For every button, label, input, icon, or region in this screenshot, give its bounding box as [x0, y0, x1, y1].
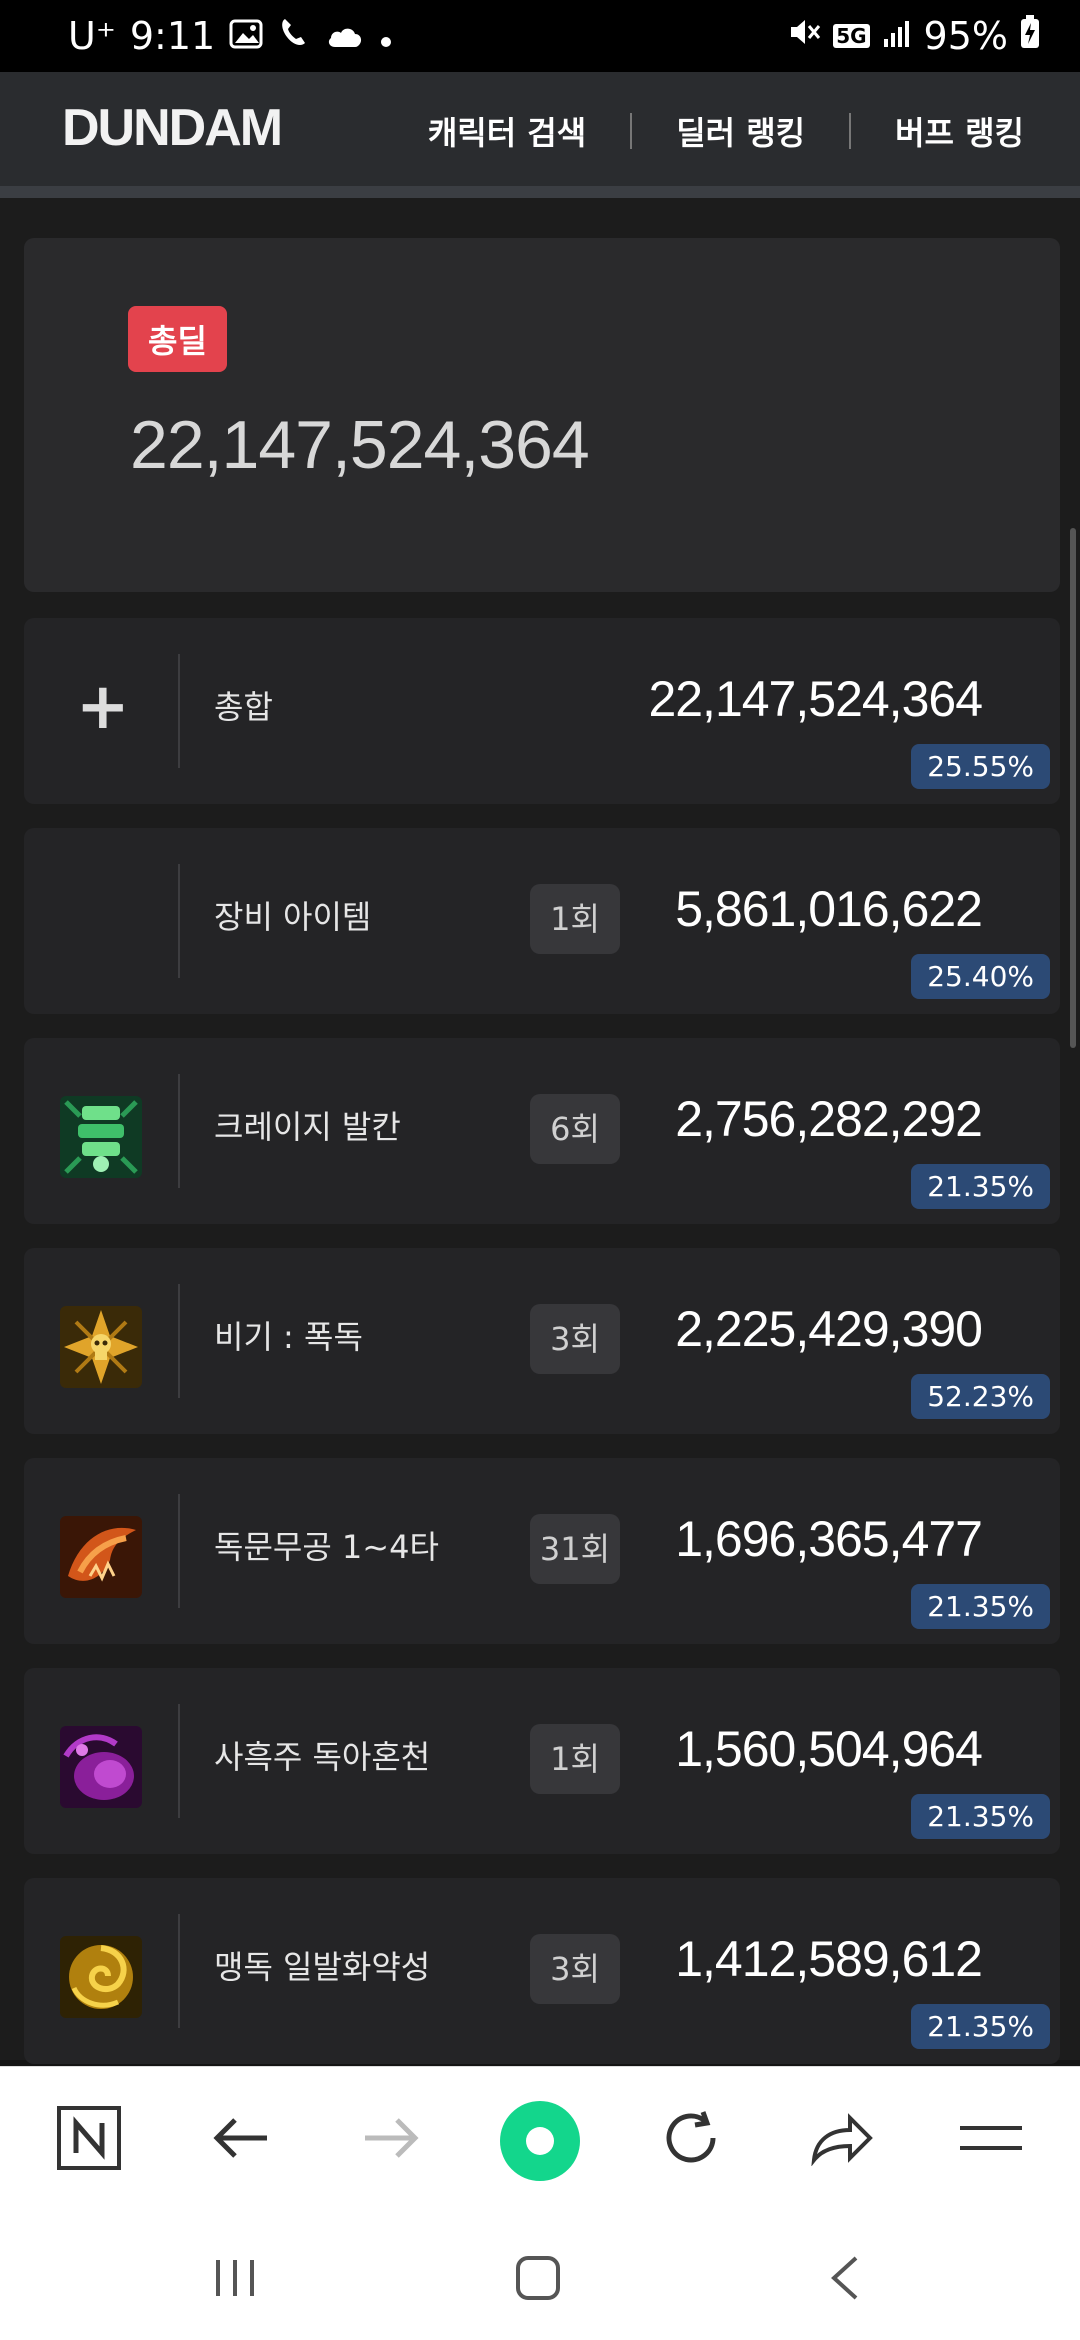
skill-name: 총합	[214, 688, 273, 726]
nav-divider	[630, 113, 633, 149]
network-type-icon: 5G	[833, 24, 870, 48]
damage-row[interactable]: 비기 : 폭독 3회 2,225,429,390 52.23%	[24, 1248, 1060, 1434]
nav-divider	[849, 113, 852, 149]
row-divider	[178, 864, 180, 978]
system-navigation-bar	[0, 2206, 1080, 2340]
status-bar: U⁺ 9:11 5G 95%	[0, 0, 1080, 72]
back-arrow-icon[interactable]	[206, 2103, 276, 2173]
refresh-icon[interactable]	[656, 2103, 726, 2173]
skill-name: 사흑주 독아혼천	[214, 1738, 431, 1776]
damage-percent-badge: 25.55%	[911, 744, 1050, 789]
nav-dealer-ranking[interactable]: 딜러 랭킹	[676, 108, 805, 154]
nav-buffer-ranking[interactable]: 버프 랭킹	[895, 108, 1024, 154]
damage-row-total[interactable]: + 총합 22,147,524,364 25.55%	[24, 618, 1060, 804]
gallery-icon	[229, 14, 263, 58]
damage-row[interactable]: 사흑주 독아혼천 1회 1,560,504,964 21.35%	[24, 1668, 1060, 1854]
signal-icon	[882, 14, 912, 58]
crazy-vulcan-skill-icon	[60, 1096, 142, 1178]
damage-row[interactable]: 맹독 일발화약성 3회 1,412,589,612 21.35%	[24, 1878, 1060, 2064]
skill-name: 장비 아이템	[214, 898, 372, 936]
carrier-label: U⁺	[68, 14, 116, 58]
row-divider	[178, 1914, 180, 2028]
naver-home-button[interactable]	[54, 2103, 124, 2173]
main-nav: 캐릭터 검색 딜러 랭킹 버프 랭킹	[428, 108, 1024, 154]
call-app-icon	[277, 14, 311, 58]
hit-count-badge: 31회	[530, 1514, 620, 1584]
site-header: DUNDAM 캐릭터 검색 딜러 랭킹 버프 랭킹	[0, 72, 1080, 186]
row-divider	[178, 1284, 180, 1398]
hit-count-badge: 3회	[530, 1304, 620, 1374]
battery-percent: 95%	[923, 14, 1008, 58]
clock: 9:11	[129, 14, 216, 58]
row-divider	[178, 654, 180, 768]
skill-name: 크레이지 발칸	[214, 1108, 401, 1146]
row-divider	[178, 1704, 180, 1818]
cloud-icon	[325, 14, 365, 58]
damage-value: 1,560,504,964	[675, 1721, 983, 1777]
damage-row[interactable]: 크레이지 발칸 6회 2,756,282,292 21.35%	[24, 1038, 1060, 1224]
damage-percent-badge: 52.23%	[911, 1374, 1050, 1419]
total-damage-card: 총딜 22,147,524,364	[24, 238, 1060, 592]
poison-martial-skill-icon	[60, 1516, 142, 1598]
nav-character-search[interactable]: 캐릭터 검색	[428, 108, 586, 154]
total-damage-value: 22,147,524,364	[130, 407, 590, 483]
damage-value: 1,412,589,612	[675, 1931, 983, 1987]
whale-green-button[interactable]	[498, 2099, 582, 2183]
notification-dot-icon	[379, 14, 393, 58]
recent-apps-button[interactable]	[210, 2256, 260, 2304]
hit-count-badge: 1회	[530, 1724, 620, 1794]
venom-gunpowder-skill-icon	[60, 1936, 142, 2018]
damage-percent-badge: 21.35%	[911, 1164, 1050, 1209]
back-nav-button[interactable]	[826, 2254, 862, 2306]
damage-value: 2,756,282,292	[675, 1091, 983, 1147]
damage-breakdown-panel: 총딜 22,147,524,364 + 총합 22,147,524,364 25…	[0, 198, 1080, 2064]
damage-row[interactable]: 장비 아이템 1회 5,861,016,622 25.40%	[24, 828, 1060, 1014]
damage-percent-badge: 21.35%	[911, 2004, 1050, 2049]
poison-burst-skill-icon	[60, 1306, 142, 1388]
damage-percent-badge: 21.35%	[911, 1584, 1050, 1629]
skill-name: 비기 : 폭독	[214, 1318, 363, 1356]
forward-arrow-icon	[356, 2103, 426, 2173]
total-damage-badge: 총딜	[128, 306, 227, 372]
row-divider	[178, 1074, 180, 1188]
dundam-logo[interactable]: DUNDAM	[62, 98, 283, 158]
hit-count-badge: 3회	[530, 1934, 620, 2004]
damage-row[interactable]: 독문무공 1~4타 31회 1,696,365,477 21.35%	[24, 1458, 1060, 1644]
hit-count-badge: 1회	[530, 884, 620, 954]
battery-charging-icon	[1020, 14, 1040, 58]
menu-icon[interactable]	[956, 2103, 1026, 2173]
damage-value: 1,696,365,477	[675, 1511, 983, 1567]
row-divider	[178, 1494, 180, 1608]
page-scrollbar[interactable]	[1070, 528, 1076, 1048]
damage-value: 2,225,429,390	[675, 1301, 983, 1357]
hit-count-badge: 6회	[530, 1094, 620, 1164]
header-divider	[0, 186, 1080, 198]
browser-toolbar	[0, 2066, 1080, 2207]
skill-name: 맹독 일발화약성	[214, 1948, 431, 1986]
damage-percent-badge: 25.40%	[911, 954, 1050, 999]
damage-percent-badge: 21.35%	[911, 1794, 1050, 1839]
mute-icon	[787, 14, 821, 58]
damage-value: 22,147,524,364	[648, 671, 983, 727]
dark-spell-skill-icon	[60, 1726, 142, 1808]
share-icon[interactable]	[806, 2103, 876, 2173]
plus-icon[interactable]: +	[76, 670, 130, 744]
damage-value: 5,861,016,622	[675, 881, 983, 937]
skill-name: 독문무공 1~4타	[214, 1528, 439, 1566]
home-button[interactable]	[514, 2254, 562, 2306]
